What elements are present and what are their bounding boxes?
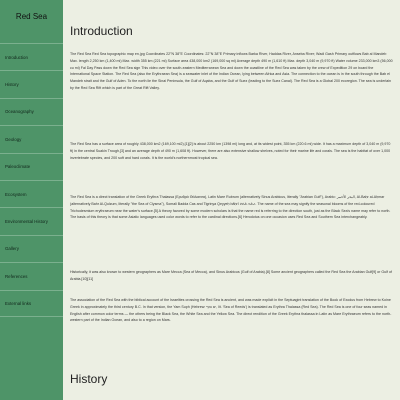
paragraph: The association of the Red Sea with the … bbox=[70, 298, 392, 323]
sidebar-item-ecosystem[interactable]: Ecosystem bbox=[0, 179, 63, 207]
sidebar-item-geology[interactable]: Geology bbox=[0, 125, 63, 152]
sidebar-item-paleoclimate[interactable]: Paleoclimate bbox=[0, 152, 63, 180]
paragraph: Historically, it was also known to weste… bbox=[70, 270, 392, 281]
section-title-introduction: Introduction bbox=[70, 24, 133, 38]
site-title[interactable]: Red Sea bbox=[16, 12, 47, 21]
paragraph: The Red Sea is a direct translation of t… bbox=[70, 195, 391, 220]
paragraph: The Red Sea has a surface area of roughl… bbox=[70, 142, 391, 160]
sidebar-item-gallery[interactable]: Gallery bbox=[0, 234, 63, 262]
sidebar-header: Red Sea bbox=[0, 0, 63, 43]
sidebar-nav: Introduction History Oceanography Geolog… bbox=[0, 43, 63, 317]
sidebar-item-environmental-history[interactable]: Environmental History bbox=[0, 207, 63, 234]
sidebar: Red Sea Introduction History Oceanograph… bbox=[0, 0, 63, 400]
sidebar-item-external-links[interactable]: External links bbox=[0, 289, 63, 317]
section-title-history: History bbox=[70, 372, 108, 386]
main-content: Introduction The Red Sea Red Sea topogra… bbox=[63, 0, 400, 400]
sidebar-item-references[interactable]: References bbox=[0, 262, 63, 289]
sidebar-item-history[interactable]: History bbox=[0, 70, 63, 97]
paragraph: The Red Sea Red Sea topographic map en.j… bbox=[70, 52, 393, 90]
sidebar-item-introduction[interactable]: Introduction bbox=[0, 43, 63, 70]
sidebar-item-oceanography[interactable]: Oceanography bbox=[0, 97, 63, 125]
